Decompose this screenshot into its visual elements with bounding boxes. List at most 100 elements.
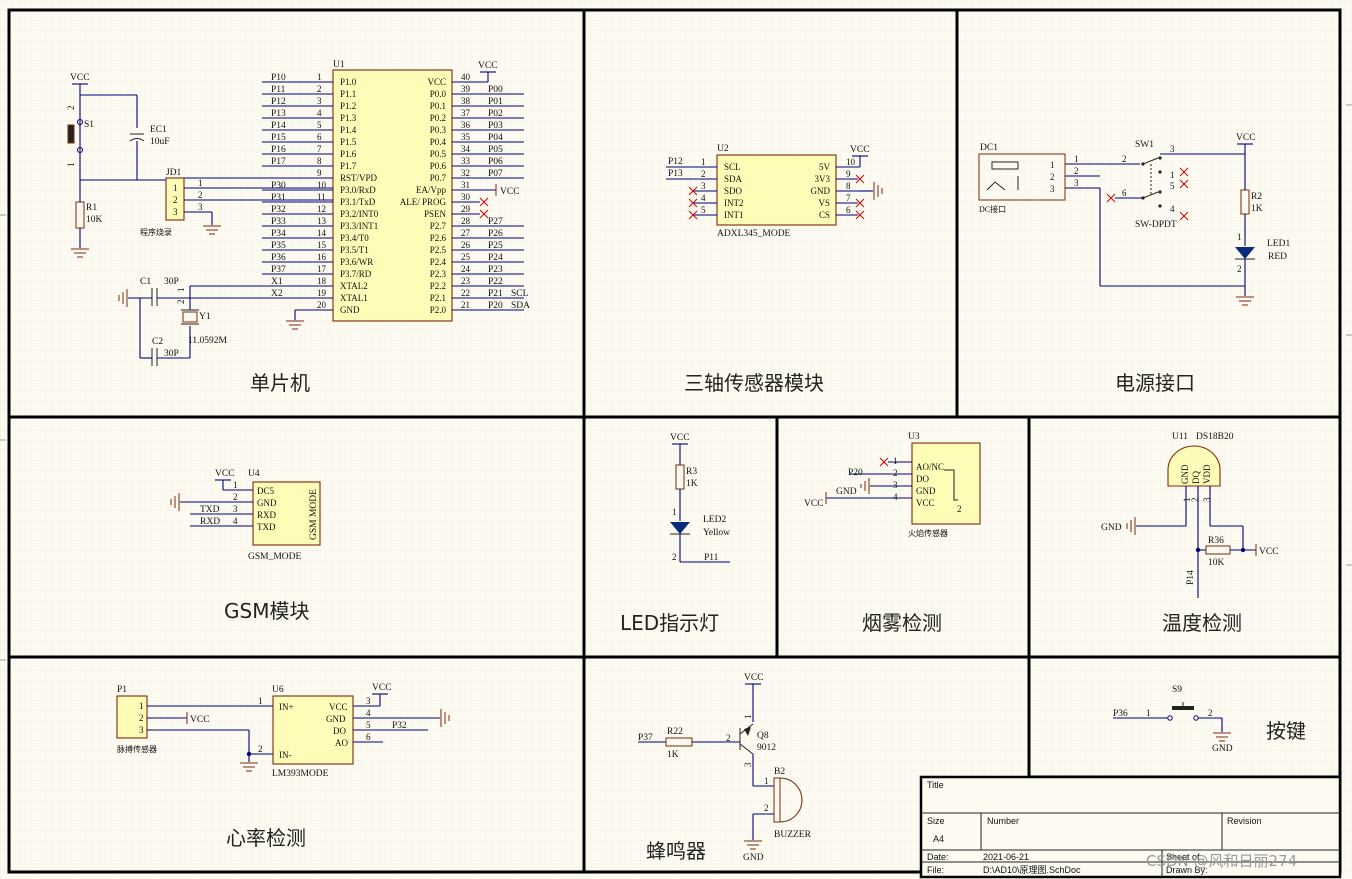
led1-ref: LED1 bbox=[1267, 239, 1290, 249]
u6-num-3: 3 bbox=[366, 696, 371, 706]
dc1-pin1: 1 bbox=[1050, 160, 1055, 170]
mcu-pin-left-number: 14 bbox=[317, 228, 327, 238]
mcu-pin-right-number: 25 bbox=[461, 252, 471, 262]
mcu-right-net: P22 bbox=[488, 277, 503, 287]
mcu-pin-right-number: 24 bbox=[461, 264, 471, 274]
mcu-pin-right-number: 36 bbox=[461, 120, 471, 130]
sw1-pin6: 6 bbox=[1122, 188, 1127, 198]
mcu-pin-left-number: 6 bbox=[317, 132, 322, 142]
p1-vcc-label: VCC bbox=[190, 715, 210, 725]
led1-value: RED bbox=[1268, 252, 1287, 262]
c1-value: 30P bbox=[164, 277, 179, 287]
smoke-num-2: 2 bbox=[893, 468, 898, 478]
section-title-led: LED指示灯 bbox=[620, 611, 719, 635]
mcu-pin-right-number: 38 bbox=[461, 96, 471, 106]
mcu-right-net: P27 bbox=[488, 217, 503, 227]
mcu-pin-left-label: GND bbox=[340, 305, 360, 315]
gsm-pin-gnd: GND bbox=[257, 498, 277, 508]
mcu-left-net: P31 bbox=[271, 193, 286, 203]
mcu-pin-left-number: 3 bbox=[317, 96, 322, 106]
tb-size: Size bbox=[927, 816, 945, 826]
mcu-pin-right-label: ALE/ PROG bbox=[400, 197, 447, 207]
section-title-mcu: 单片机 bbox=[250, 371, 310, 395]
mcu-pin-left-number: 13 bbox=[317, 216, 327, 226]
q8-pin-3: 3 bbox=[743, 762, 753, 767]
u6-num-2: 2 bbox=[258, 744, 263, 754]
mcu-pin-right-number: 35 bbox=[461, 132, 471, 142]
mcu-pin-right-number: 26 bbox=[461, 240, 471, 250]
mcu-pin-left-label: P1.2 bbox=[340, 101, 356, 111]
u6-net: P32 bbox=[392, 721, 407, 731]
accel-net-scl: P12 bbox=[668, 157, 683, 167]
mcu-left-net: P15 bbox=[271, 133, 286, 143]
y1-ref: Y1 bbox=[199, 312, 211, 322]
tb-number: Number bbox=[987, 816, 1019, 826]
jd1-pin1: 1 bbox=[173, 183, 178, 193]
gsm-ref: U4 bbox=[248, 469, 260, 479]
mcu-right-net: P26 bbox=[488, 229, 503, 239]
u6-ref: U6 bbox=[272, 685, 284, 695]
section-title-gsm: GSM模块 bbox=[224, 599, 309, 623]
tb-title: Title bbox=[927, 780, 944, 790]
mcu-left-net: P17 bbox=[271, 157, 286, 167]
mcu-pin-right-label: P0.1 bbox=[430, 101, 446, 111]
ec1-value: 10uF bbox=[150, 137, 170, 147]
mcu-pin-left-label: P3.6/WR bbox=[340, 257, 373, 267]
smoke-net-vcc: VCC bbox=[804, 499, 824, 509]
mcu-pin-left-number: 5 bbox=[317, 120, 322, 130]
section-title-heart: 心率检测 bbox=[226, 826, 306, 850]
mcu-sda-label: SDA bbox=[511, 301, 530, 311]
accel-pin-right-label: 5V bbox=[819, 162, 831, 172]
mcu-pin-right-label: P0.5 bbox=[430, 149, 447, 159]
mcu-right-net: P20 bbox=[488, 301, 503, 311]
mcu-pin-right-label: P2.7 bbox=[430, 221, 447, 231]
tb-file: File: bbox=[927, 865, 944, 875]
accel-pin-left-label: SDO bbox=[724, 186, 743, 196]
mcu-pin-right-number: 39 bbox=[461, 84, 471, 94]
b2-ref: B2 bbox=[774, 767, 785, 777]
r3-value: 1K bbox=[686, 479, 698, 489]
temp-ref: U11 bbox=[1172, 432, 1188, 442]
gsm-body-label: GSM MODE bbox=[309, 489, 319, 540]
mcu-pin-left-number: 9 bbox=[317, 168, 322, 178]
gsm-num-1: 1 bbox=[233, 480, 238, 490]
mcu-pin-right-label: P2.6 bbox=[430, 233, 447, 243]
accel-pin-right-number: 7 bbox=[846, 193, 851, 203]
q8-pin-1: 1 bbox=[743, 715, 753, 720]
sw1-pin3: 3 bbox=[1170, 144, 1175, 154]
led2-ref: LED2 bbox=[703, 515, 726, 525]
p1-name: 脉搏传感器 bbox=[117, 744, 157, 754]
temp-net-p14: P14 bbox=[1186, 570, 1196, 585]
led-net: P11 bbox=[704, 553, 719, 563]
section-title-accel: 三轴传感器模块 bbox=[684, 371, 824, 395]
tb-file-value: D:\AD10\原理图.SchDoc bbox=[983, 865, 1081, 875]
mcu-pin-right-number: 22 bbox=[461, 288, 470, 298]
mcu-pin-left-label: P3.0/RxD bbox=[340, 185, 376, 195]
b2-pin-1: 1 bbox=[764, 776, 769, 786]
mcu-pin-left-label: RST/VPD bbox=[340, 173, 378, 183]
mcu-pin-left-label: P1.6 bbox=[340, 149, 357, 159]
mcu-left-net: P36 bbox=[271, 253, 286, 263]
y1-value: 11.0592M bbox=[188, 336, 228, 346]
p1-pin3: 3 bbox=[139, 725, 144, 735]
c2-ref: C2 bbox=[152, 337, 163, 347]
mcu-vcc-label: VCC bbox=[70, 73, 90, 83]
tb-date: Date: bbox=[927, 852, 949, 862]
mcu-left-net: P12 bbox=[271, 97, 286, 107]
p1-ref: P1 bbox=[117, 685, 127, 695]
smoke-num-4: 4 bbox=[893, 492, 898, 502]
s9-pin-2: 2 bbox=[1208, 708, 1213, 718]
s1-switch[interactable] bbox=[67, 124, 75, 144]
led1-pin-1: 1 bbox=[1237, 232, 1242, 242]
u6-num-4: 4 bbox=[366, 708, 371, 718]
mcu-pin-right-label: P2.0 bbox=[430, 305, 447, 315]
mcu-pin-right-number: 29 bbox=[461, 204, 471, 214]
dc1-name: DC接口 bbox=[979, 204, 1006, 214]
dc1-wire-num-1: 1 bbox=[1074, 154, 1079, 164]
gsm-net-txd: TXD bbox=[200, 505, 220, 515]
mcu-pin-right-number: 30 bbox=[461, 192, 471, 202]
mcu-pin-right-label: P2.2 bbox=[430, 281, 446, 291]
buzzer-net: P37 bbox=[638, 733, 653, 743]
mcu-pin-right-number: 37 bbox=[461, 108, 471, 118]
temp-pin-dq: DQ bbox=[1191, 471, 1201, 484]
